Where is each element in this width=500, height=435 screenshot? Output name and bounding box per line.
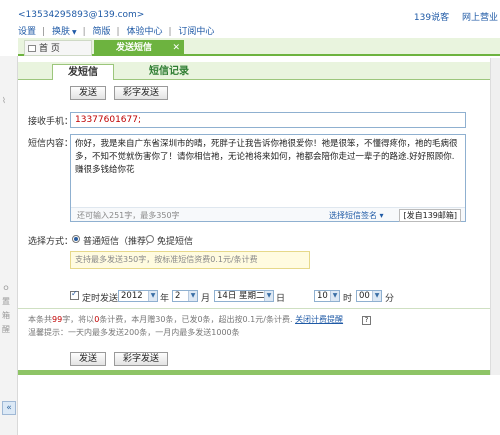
chevron-down-icon: ▼ (372, 291, 381, 301)
link-139shuoke[interactable]: 139说客 (414, 13, 449, 23)
sms-subtabs: 发短信 短信记录 (18, 62, 500, 80)
mms-send-button[interactable]: 彩字发送 (114, 86, 169, 100)
top-right-links: 139说客 网上营业 (404, 10, 498, 23)
sidebar-glyph: ｏ (2, 283, 10, 292)
chevron-down-icon[interactable]: ▼ (72, 29, 77, 36)
chevron-down-icon: ▼ (264, 291, 273, 301)
month-unit: 月 (201, 294, 211, 304)
window-tabs-bar: 首 页 发送短信 ✕ (18, 38, 500, 56)
sidebar-glyph: 箱 (2, 311, 10, 320)
mms-send-button-bottom[interactable]: 彩字发送 (114, 352, 169, 366)
scheduled-checkbox[interactable] (70, 289, 79, 300)
left-sidebar-collapsed: ⌇ ｏ 置 箱 醒 « (0, 56, 18, 435)
nav-experience[interactable]: 体验中心 (126, 27, 162, 37)
sidebar-glyph: ⌇ (2, 96, 6, 105)
sidebar-glyph: 醒 (2, 325, 10, 334)
send-button[interactable]: 发送 (70, 86, 107, 100)
chevron-down-icon: ▼ (188, 291, 197, 301)
subtab-sms-records[interactable]: 短信记录 (134, 64, 204, 80)
close-billing-reminder-link[interactable]: 关闭计费提醒 (295, 315, 343, 324)
home-icon (28, 45, 36, 52)
radio-free-sms[interactable] (146, 235, 154, 243)
message-textarea[interactable]: 你好，我是来自广东省深圳市的晴，死胖子让我告诉你祂很爱你！祂是很笨，不懂得疼你，… (70, 134, 466, 222)
day-unit: 日 (276, 294, 286, 304)
signature-select[interactable]: 选择短信签名 ▾ (329, 210, 384, 221)
message-footer: 还可输入251字，最多350字 选择短信签名 ▾ [发自139邮箱] (71, 207, 465, 222)
day-select[interactable]: 14日 星期二 ▼ (214, 290, 274, 302)
send-method-label: 选择方式： (28, 237, 74, 247)
month-select[interactable]: 2 ▼ (172, 290, 198, 302)
radio-normal-sms[interactable] (72, 235, 80, 243)
subtab-send-sms[interactable]: 发短信 (52, 64, 114, 80)
send-button-bottom[interactable]: 发送 (70, 352, 107, 366)
link-online-hall[interactable]: 网上营业 (462, 13, 498, 23)
tab-home[interactable]: 首 页 (24, 40, 92, 56)
radio-free-sms-label: 免提短信 (157, 237, 194, 247)
recipient-input[interactable]: 13377601677; (70, 112, 466, 128)
message-text: 你好，我是来自广东省深圳市的晴，死胖子让我告诉你祂很爱你！祂是很笨，不懂得疼你，… (75, 139, 458, 175)
billing-info: 本条共99字，将以0条计费，本月赠30条，已发0条，超出按0.1元/条计费. 关… (28, 315, 344, 324)
method-hint: 支持最多发送350字，按标准短信资费0.1元/条计费 (70, 251, 310, 269)
chevron-down-icon: ▼ (330, 291, 339, 301)
main-panel: 发短信 短信记录 发送 彩字发送 接收手机： 13377601677; 短信内容… (18, 58, 500, 435)
from-139-tag[interactable]: [发自139邮箱] (399, 209, 461, 222)
year-select[interactable]: 2012 ▼ (118, 290, 158, 302)
help-icon[interactable]: ? (362, 316, 371, 325)
nav-settings[interactable]: 设置 (18, 27, 36, 37)
chevron-down-icon: ▼ (148, 291, 157, 301)
year-unit: 年 (160, 294, 170, 304)
nav-skin[interactable]: 换肤 (52, 27, 70, 37)
user-email: <13534295893@139.com> (18, 10, 145, 20)
close-icon[interactable]: ✕ (172, 40, 180, 56)
recipient-label: 接收手机： (28, 117, 74, 127)
scheduled-label: 定时发送 (82, 294, 119, 304)
tab-send-sms[interactable]: 发送短信 ✕ (94, 40, 184, 56)
tips: 温馨提示：一天内最多发送200条，一月内最多发送1000条 (28, 328, 240, 337)
char-counter: 还可输入251字，最多350字 (77, 211, 180, 220)
nav-subscribe[interactable]: 订阅中心 (178, 27, 214, 37)
tab-send-sms-label: 发送短信 (116, 43, 153, 53)
message-label: 短信内容： (28, 139, 74, 149)
minute-unit: 分 (385, 294, 395, 304)
top-nav: 设置 | 换肤 ▼ | 简版 | 体验中心 | 订阅中心 (18, 27, 215, 37)
hour-select[interactable]: 10 ▼ (314, 290, 340, 302)
tab-home-label: 首 页 (39, 44, 60, 54)
divider (18, 308, 500, 309)
nav-simple[interactable]: 简版 (93, 27, 111, 37)
collapse-arrow-icon[interactable]: « (2, 401, 16, 415)
bottom-green-bar (18, 370, 500, 375)
scrollbar[interactable] (490, 58, 500, 375)
minute-select[interactable]: 00 ▼ (356, 290, 382, 302)
top-bar: <13534295893@139.com> 设置 | 换肤 ▼ | 简版 | 体验中心 |… (0, 0, 500, 37)
hour-unit: 时 (343, 294, 353, 304)
sidebar-glyph: 置 (2, 297, 10, 306)
radio-normal-sms-label: 普通短信（推荐） (83, 237, 156, 247)
